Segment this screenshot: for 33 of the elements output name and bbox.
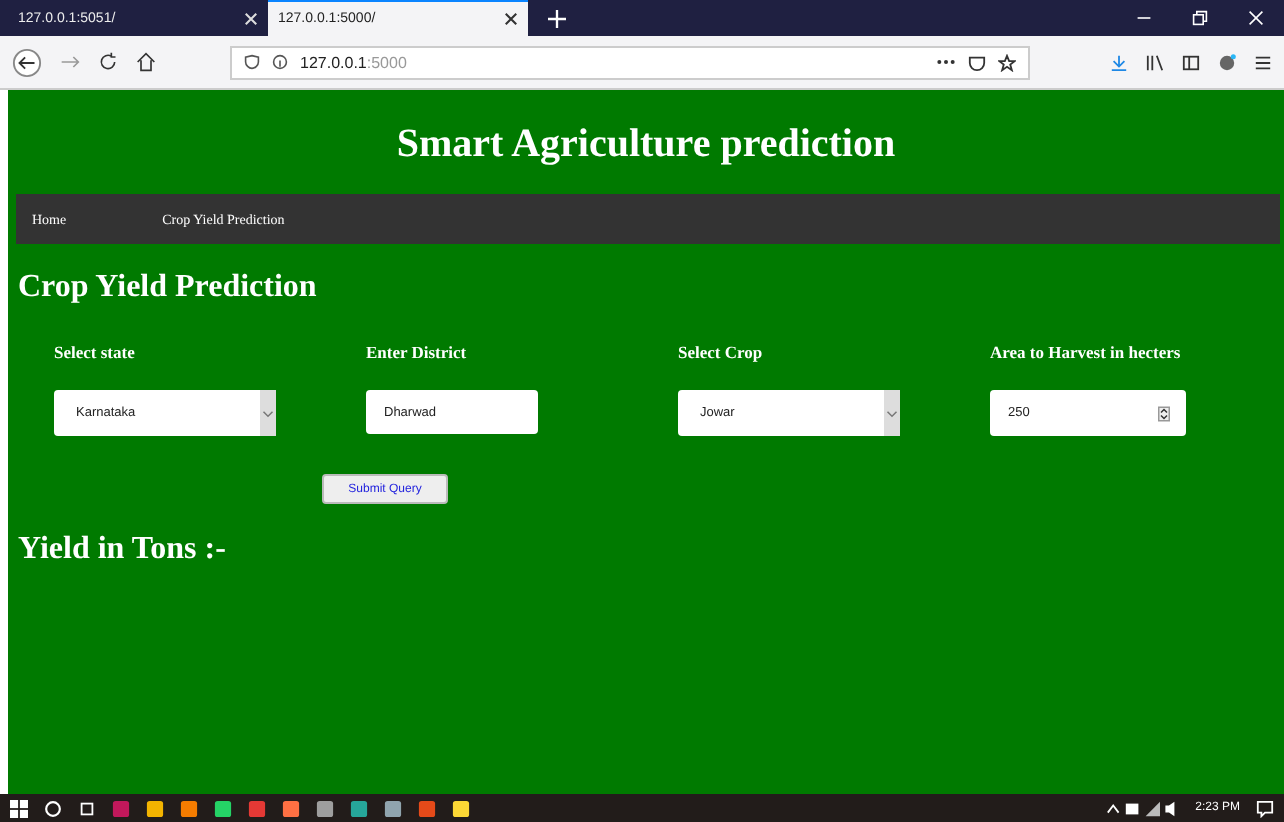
- star-icon[interactable]: [998, 53, 1016, 71]
- shield-icon: [244, 54, 260, 70]
- pocket-icon[interactable]: [968, 53, 986, 71]
- field-label: Select Crop: [678, 342, 765, 362]
- reload-icon[interactable]: [98, 52, 118, 72]
- result-label: Yield in Tons :-: [18, 532, 226, 568]
- caret-icon: [886, 409, 898, 417]
- back-icon[interactable]: [12, 47, 42, 77]
- windows-start-icon[interactable]: [10, 799, 28, 817]
- field-label: Select state: [54, 342, 137, 362]
- search-icon[interactable]: [44, 799, 62, 817]
- field-label: Enter District: [366, 342, 469, 362]
- more-icon[interactable]: [936, 58, 956, 66]
- address-bar[interactable]: 127.0.0.1:5000: [230, 45, 1030, 79]
- account-icon[interactable]: [1218, 53, 1236, 71]
- library-icon[interactable]: [1146, 53, 1164, 71]
- field-label: Area to Harvest in hecters: [990, 342, 1183, 362]
- spinner-icon[interactable]: [1158, 405, 1170, 421]
- info-icon: [272, 54, 288, 70]
- caret-icon: [262, 409, 274, 417]
- home-icon[interactable]: [136, 52, 156, 72]
- new-tab-icon[interactable]: [548, 9, 566, 27]
- menu-icon[interactable]: [1254, 53, 1272, 71]
- restore-icon[interactable]: [1192, 10, 1208, 26]
- task-view-icon[interactable]: [78, 799, 96, 817]
- url-text: 127.0.0.1:5000: [300, 53, 407, 71]
- section-heading: Crop Yield Prediction: [18, 270, 317, 306]
- page-title: Smart Agriculture prediction: [396, 122, 896, 168]
- close-icon[interactable]: [504, 12, 518, 26]
- download-icon[interactable]: [1110, 53, 1128, 71]
- sidebar-icon[interactable]: [1182, 53, 1200, 71]
- tray-icons-drawing[interactable]: [1103, 799, 1180, 817]
- notification-icon[interactable]: [1256, 799, 1274, 817]
